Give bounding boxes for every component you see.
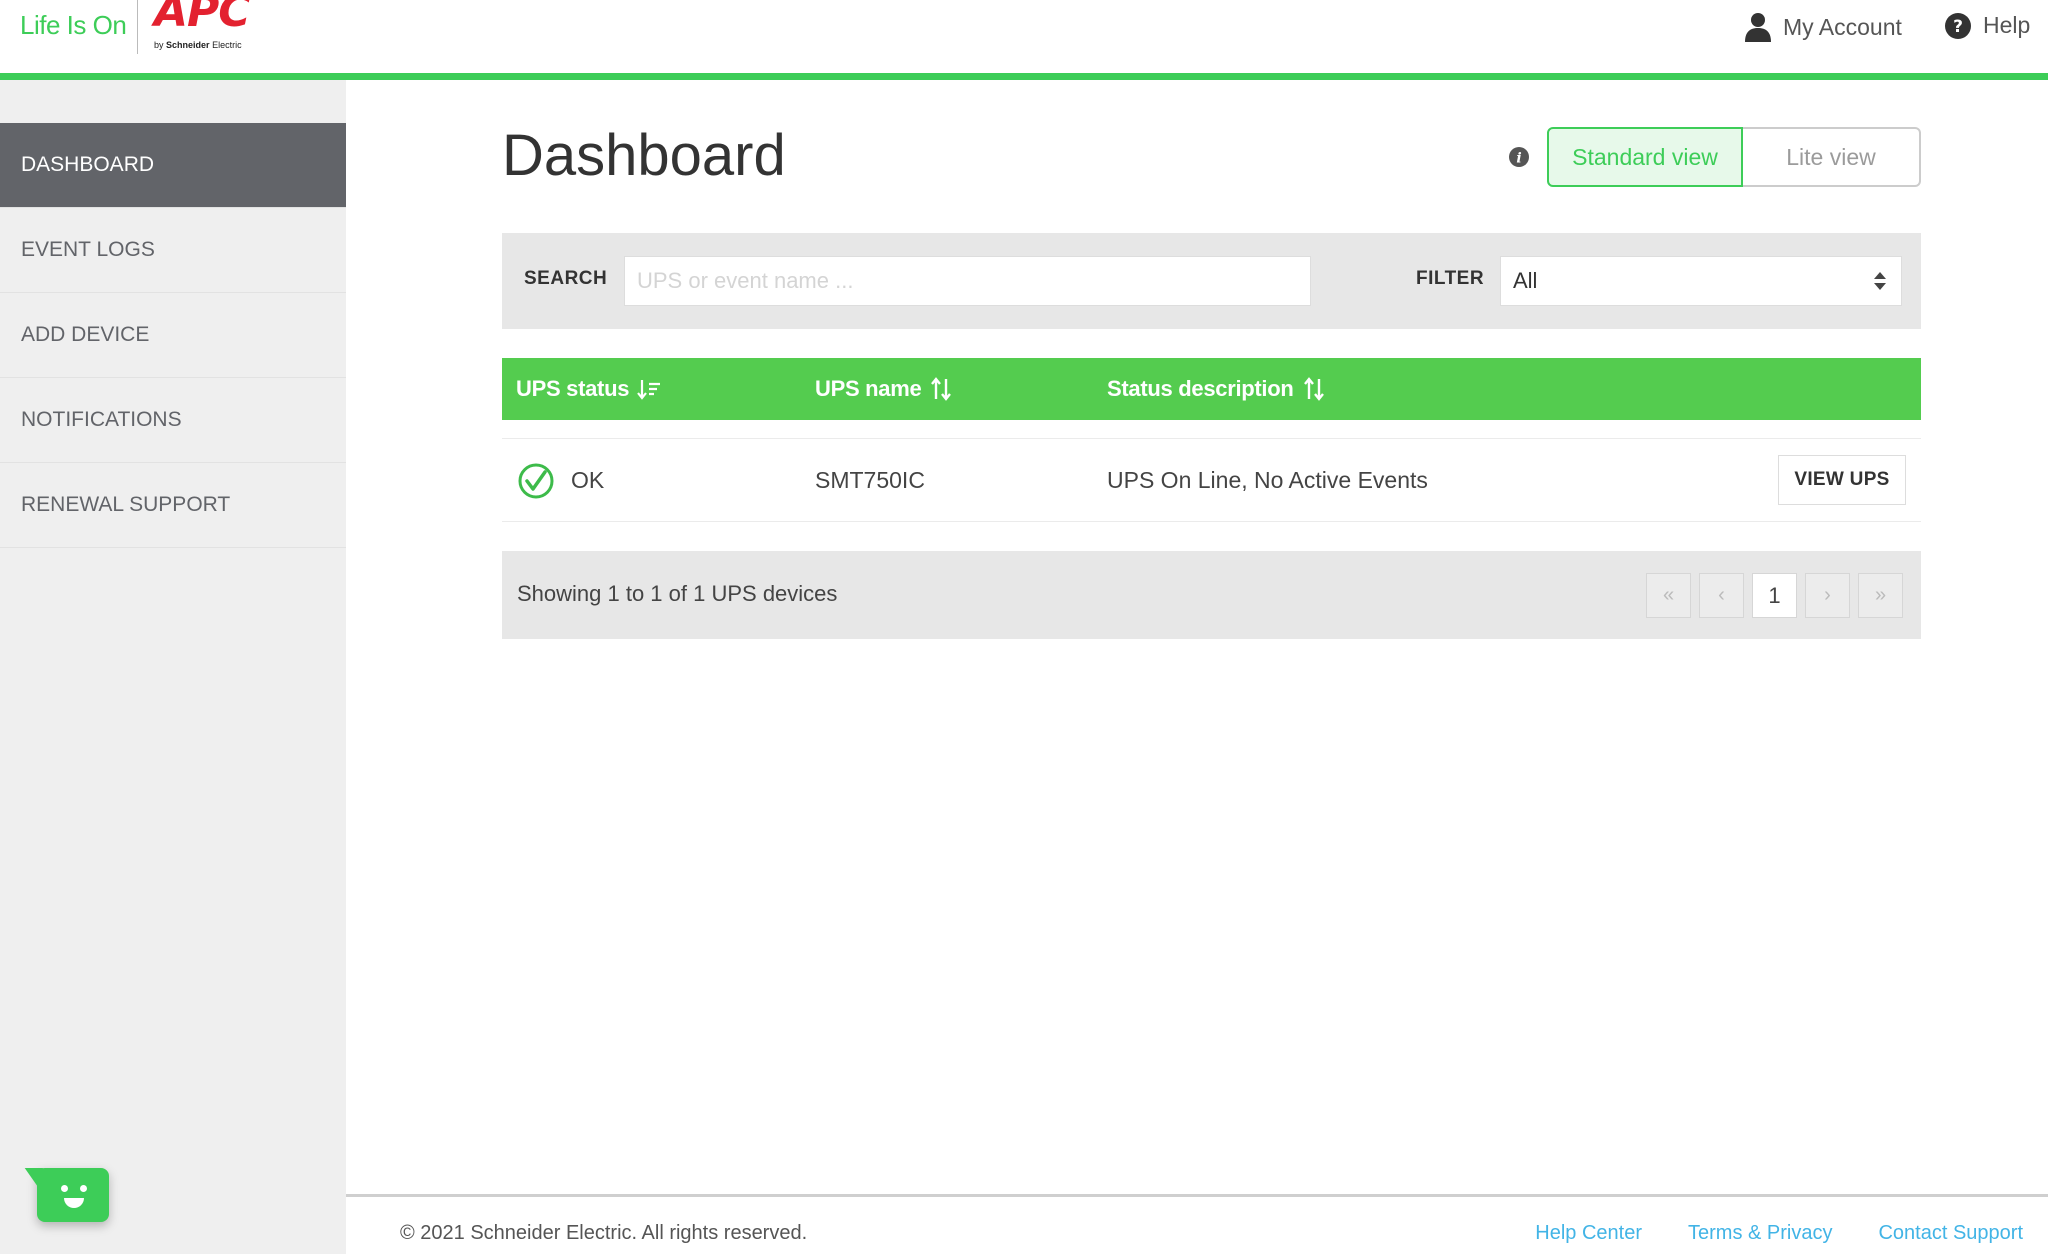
page-title: Dashboard xyxy=(502,123,786,188)
search-filter-panel: SEARCH FILTER All xyxy=(502,233,1921,329)
logo-divider xyxy=(137,0,138,54)
current-page-button[interactable]: 1 xyxy=(1752,573,1797,618)
header-accent-bar xyxy=(0,73,2048,80)
user-icon xyxy=(1745,13,1771,42)
filter-select[interactable]: All xyxy=(1500,256,1902,306)
view-toggle: Standard view Lite view xyxy=(1547,127,1921,187)
last-page-button[interactable]: » xyxy=(1858,573,1903,618)
table-header: UPS status UPS name Status description xyxy=(502,358,1921,420)
sidebar-item-event-logs[interactable]: EVENT LOGS xyxy=(0,208,346,293)
sidebar-item-notifications[interactable]: NOTIFICATIONS xyxy=(0,378,346,463)
previous-page-button[interactable]: ‹ xyxy=(1699,573,1744,618)
search-input[interactable] xyxy=(624,256,1311,306)
footer-links: Help Center Terms & Privacy Contact Supp… xyxy=(1535,1222,2023,1245)
life-is-on-logo[interactable]: Life Is On xyxy=(20,10,127,41)
check-circle-icon xyxy=(518,463,554,499)
column-label-status-description: Status description xyxy=(1107,376,1294,401)
ups-status-value: OK xyxy=(571,467,605,493)
help-center-link[interactable]: Help Center xyxy=(1535,1222,1642,1245)
next-page-button[interactable]: › xyxy=(1805,573,1850,618)
apc-logo-subtitle: by Schneider Electric xyxy=(154,40,242,50)
select-arrows-icon xyxy=(1874,272,1886,290)
pagination-controls: « ‹ 1 › » xyxy=(1646,573,1903,618)
lite-view-button[interactable]: Lite view xyxy=(1743,127,1921,187)
search-label: SEARCH xyxy=(524,268,608,289)
terms-privacy-link[interactable]: Terms & Privacy xyxy=(1688,1222,1832,1245)
svg-text:i: i xyxy=(1516,151,1521,167)
sort-icon xyxy=(1303,377,1324,401)
top-header: Life Is On APC by Schneider Electric My … xyxy=(0,0,2048,74)
brand-sub-prefix: by xyxy=(154,40,164,50)
my-account-label: My Account xyxy=(1783,13,1902,40)
view-ups-button[interactable]: VIEW UPS xyxy=(1778,455,1906,505)
my-account-link[interactable]: My Account xyxy=(1745,12,1902,42)
filter-selected-value: All xyxy=(1513,268,1538,293)
footer-copyright: © 2021 Schneider Electric. All rights re… xyxy=(400,1222,808,1244)
sidebar-item-renewal-support[interactable]: RENEWAL SUPPORT xyxy=(0,463,346,548)
sidebar-item-dashboard[interactable]: DASHBOARD xyxy=(0,123,346,208)
info-circle-icon[interactable]: i xyxy=(1508,146,1530,168)
sort-icon xyxy=(931,377,952,401)
column-header-ups-status[interactable]: UPS status xyxy=(516,376,661,402)
status-description-value: UPS On Line, No Active Events xyxy=(1107,467,1428,493)
apc-logo[interactable]: APC xyxy=(154,0,251,37)
help-link[interactable]: ? Help xyxy=(1945,12,2030,39)
column-header-status-description[interactable]: Status description xyxy=(1107,376,1326,402)
column-label-ups-name: UPS name xyxy=(815,376,922,401)
sidebar: DASHBOARD EVENT LOGS ADD DEVICE NOTIFICA… xyxy=(0,80,346,1254)
sidebar-item-add-device[interactable]: ADD DEVICE xyxy=(0,293,346,378)
contact-support-link[interactable]: Contact Support xyxy=(1878,1222,2023,1245)
help-label: Help xyxy=(1983,12,2031,38)
first-page-button[interactable]: « xyxy=(1646,573,1691,618)
table-row: OK SMT750IC UPS On Line, No Active Event… xyxy=(502,438,1921,522)
pagination-panel: Showing 1 to 1 of 1 UPS devices « ‹ 1 › … xyxy=(502,551,1921,639)
ups-name-value: SMT750IC xyxy=(815,467,925,493)
standard-view-button[interactable]: Standard view xyxy=(1547,127,1743,187)
svg-text:?: ? xyxy=(1953,17,1963,37)
sort-descending-icon xyxy=(637,380,661,400)
question-circle-icon: ? xyxy=(1945,12,1971,39)
brand-sub-company: Schneider xyxy=(166,40,210,50)
pagination-summary: Showing 1 to 1 of 1 UPS devices xyxy=(517,581,838,606)
chat-bot-icon[interactable] xyxy=(37,1168,109,1222)
filter-label: FILTER xyxy=(1416,268,1485,289)
footer-divider xyxy=(346,1194,2048,1197)
column-label-ups-status: UPS status xyxy=(516,376,630,401)
brand-sub-suffix: Electric xyxy=(212,40,242,50)
column-header-ups-name[interactable]: UPS name xyxy=(815,376,953,402)
